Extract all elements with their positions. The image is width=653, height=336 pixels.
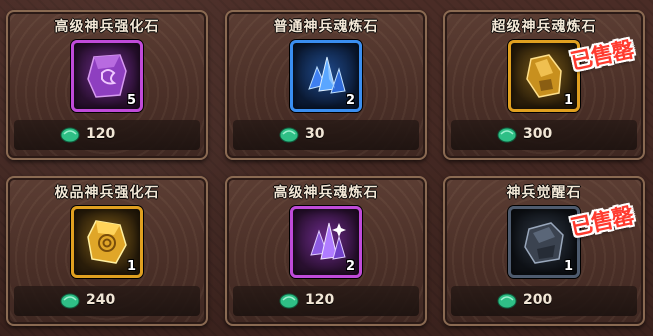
green-jade-icon bbox=[279, 127, 299, 143]
shop-item-card[interactable]: 高级神兵强化石 5 120 bbox=[6, 10, 208, 160]
item-title: 普通神兵魂炼石 bbox=[273, 19, 379, 35]
price-bar: 120 bbox=[233, 286, 419, 316]
green-jade-icon bbox=[60, 127, 80, 143]
price-bar: 120 bbox=[14, 120, 200, 150]
item-count: 2 bbox=[345, 93, 355, 108]
gold-rune-stone-icon bbox=[87, 220, 127, 264]
price-bar: 200 bbox=[451, 286, 637, 316]
blue-crystal-icon bbox=[308, 56, 346, 94]
price-bar: 240 bbox=[14, 286, 200, 316]
item-price: 300 bbox=[523, 126, 553, 142]
gold-ore-icon bbox=[526, 54, 562, 98]
green-jade-icon bbox=[60, 293, 80, 309]
dark-stone-icon bbox=[524, 222, 564, 264]
shop-item-card[interactable]: 极品神兵强化石 1 240 bbox=[6, 176, 208, 326]
item-title: 极品神兵强化石 bbox=[54, 185, 160, 201]
green-jade-icon bbox=[497, 293, 517, 309]
sold-out-stamp: 已售罄 bbox=[568, 37, 636, 76]
sold-out-stamp: 已售罄 bbox=[568, 203, 636, 242]
item-count: 1 bbox=[563, 93, 573, 108]
item-price: 120 bbox=[305, 292, 335, 308]
price-bar: 30 bbox=[233, 120, 419, 150]
item-title: 超级神兵魂炼石 bbox=[491, 19, 597, 35]
item-price: 240 bbox=[86, 292, 116, 308]
purple-rune-stone-icon bbox=[87, 54, 127, 98]
item-price: 30 bbox=[305, 126, 325, 142]
item-count: 5 bbox=[126, 93, 136, 108]
item-title: 神兵觉醒石 bbox=[506, 185, 582, 201]
item-slot[interactable]: 2 bbox=[290, 40, 362, 112]
item-price: 200 bbox=[523, 292, 553, 308]
item-slot[interactable]: 2 bbox=[290, 206, 362, 278]
item-title: 高级神兵强化石 bbox=[54, 19, 160, 35]
shop-item-card[interactable]: 超级神兵魂炼石 1 已售罄 300 bbox=[443, 10, 645, 160]
shop-item-card[interactable]: 高级神兵魂炼石 2 120 bbox=[225, 176, 427, 326]
shop-item-card[interactable]: 神兵觉醒石 1 已售罄 200 bbox=[443, 176, 645, 326]
item-count: 1 bbox=[563, 259, 573, 274]
item-slot[interactable]: 1 bbox=[71, 206, 143, 278]
item-slot[interactable]: 5 bbox=[71, 40, 143, 112]
item-count: 1 bbox=[126, 259, 136, 274]
item-price: 120 bbox=[86, 126, 116, 142]
item-title: 高级神兵魂炼石 bbox=[273, 185, 379, 201]
shop-item-card[interactable]: 普通神兵魂炼石 2 30 bbox=[225, 10, 427, 160]
green-jade-icon bbox=[279, 293, 299, 309]
price-bar: 300 bbox=[451, 120, 637, 150]
purple-crystal-icon bbox=[310, 222, 346, 260]
green-jade-icon bbox=[497, 127, 517, 143]
item-count: 2 bbox=[345, 259, 355, 274]
